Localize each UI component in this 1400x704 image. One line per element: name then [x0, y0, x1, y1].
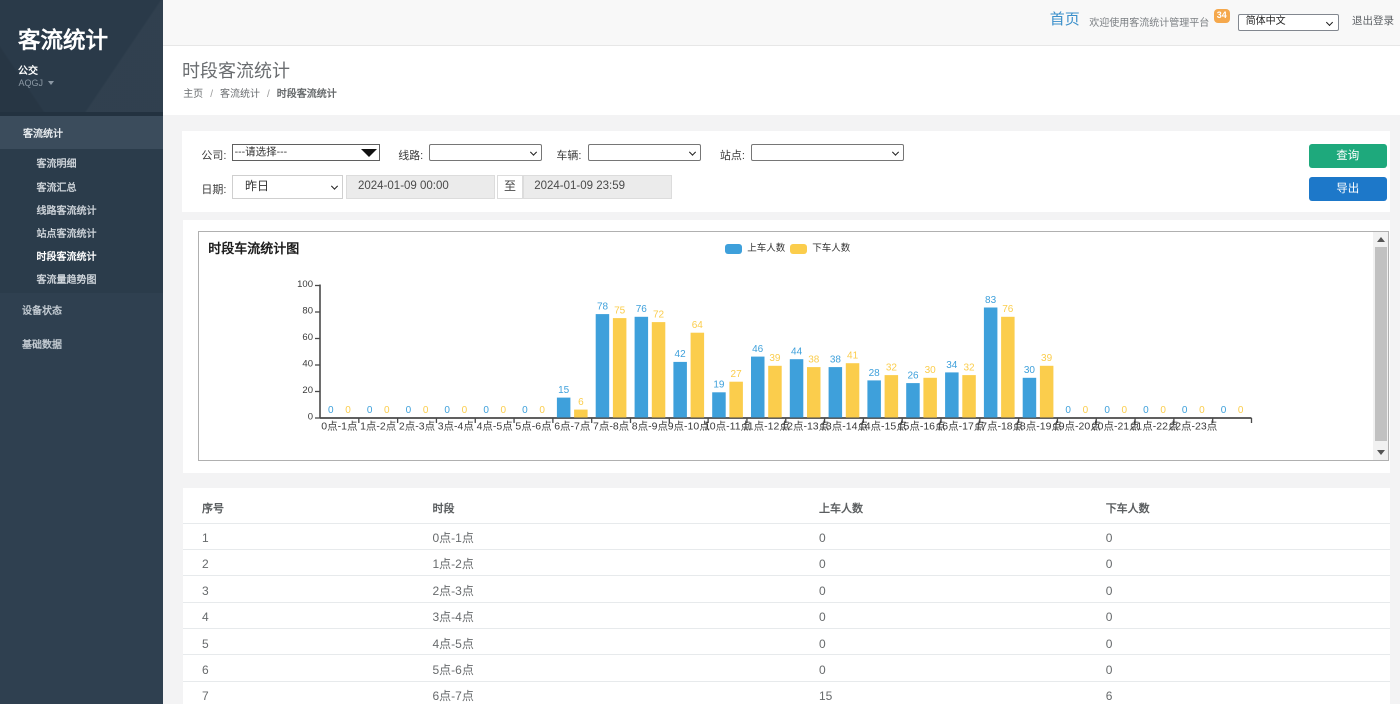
svg-text:39: 39: [769, 353, 781, 364]
svg-text:28: 28: [869, 368, 881, 379]
svg-text:0: 0: [1083, 405, 1089, 416]
svg-text:15: 15: [558, 385, 570, 396]
svg-text:83: 83: [985, 295, 997, 306]
svg-text:64: 64: [692, 320, 704, 331]
svg-text:60: 60: [302, 332, 313, 343]
svg-text:0: 0: [1122, 405, 1128, 416]
svg-text:3点-4点: 3点-4点: [438, 421, 474, 433]
svg-text:2点-3点: 2点-3点: [399, 421, 435, 433]
svg-text:0: 0: [462, 405, 468, 416]
svg-text:0: 0: [1238, 405, 1244, 416]
svg-text:80: 80: [302, 306, 313, 317]
svg-text:0: 0: [1143, 405, 1149, 416]
svg-text:0: 0: [367, 405, 373, 416]
svg-text:40: 40: [302, 359, 313, 370]
svg-text:26: 26: [907, 370, 919, 381]
svg-text:5点-6点: 5点-6点: [515, 421, 551, 433]
svg-text:20: 20: [302, 385, 313, 396]
svg-text:4点-5点: 4点-5点: [477, 421, 513, 433]
svg-text:0: 0: [423, 405, 429, 416]
svg-text:0: 0: [444, 405, 450, 416]
svg-text:0: 0: [1221, 405, 1227, 416]
svg-text:6: 6: [578, 397, 584, 408]
svg-text:0: 0: [522, 405, 528, 416]
svg-text:34: 34: [946, 360, 958, 371]
svg-text:32: 32: [963, 363, 975, 374]
svg-text:0: 0: [1160, 405, 1166, 416]
svg-text:0: 0: [328, 405, 334, 416]
svg-text:7点-8点: 7点-8点: [593, 421, 629, 433]
svg-text:39: 39: [1041, 353, 1053, 364]
svg-text:19: 19: [713, 380, 725, 391]
svg-text:1点-2点: 1点-2点: [360, 421, 396, 433]
svg-text:42: 42: [675, 349, 687, 360]
svg-text:30: 30: [1024, 365, 1036, 376]
svg-text:0: 0: [539, 405, 545, 416]
svg-text:0: 0: [1182, 405, 1188, 416]
svg-text:0: 0: [483, 405, 489, 416]
svg-text:0: 0: [1065, 405, 1071, 416]
svg-text:46: 46: [752, 344, 764, 355]
svg-text:38: 38: [830, 355, 842, 366]
svg-text:44: 44: [791, 347, 803, 358]
svg-text:0: 0: [308, 412, 313, 423]
svg-text:76: 76: [1002, 304, 1014, 315]
svg-text:22点-23点: 22点-23点: [1169, 421, 1217, 433]
svg-text:75: 75: [614, 306, 626, 317]
svg-text:0: 0: [501, 405, 507, 416]
svg-text:76: 76: [636, 304, 648, 315]
svg-text:27: 27: [731, 369, 743, 380]
svg-text:38: 38: [808, 355, 820, 366]
svg-text:0: 0: [384, 405, 390, 416]
svg-text:0: 0: [406, 405, 412, 416]
svg-text:30: 30: [925, 365, 937, 376]
svg-text:78: 78: [597, 302, 609, 313]
svg-text:0: 0: [345, 405, 351, 416]
svg-text:100: 100: [297, 279, 313, 290]
svg-text:0: 0: [1104, 405, 1110, 416]
svg-text:0点-1点: 0点-1点: [321, 421, 357, 433]
svg-text:32: 32: [886, 363, 898, 374]
svg-text:6点-7点: 6点-7点: [554, 421, 590, 433]
svg-text:72: 72: [653, 310, 665, 321]
svg-text:41: 41: [847, 351, 859, 362]
svg-text:8点-9点: 8点-9点: [632, 421, 668, 433]
svg-text:0: 0: [1199, 405, 1205, 416]
